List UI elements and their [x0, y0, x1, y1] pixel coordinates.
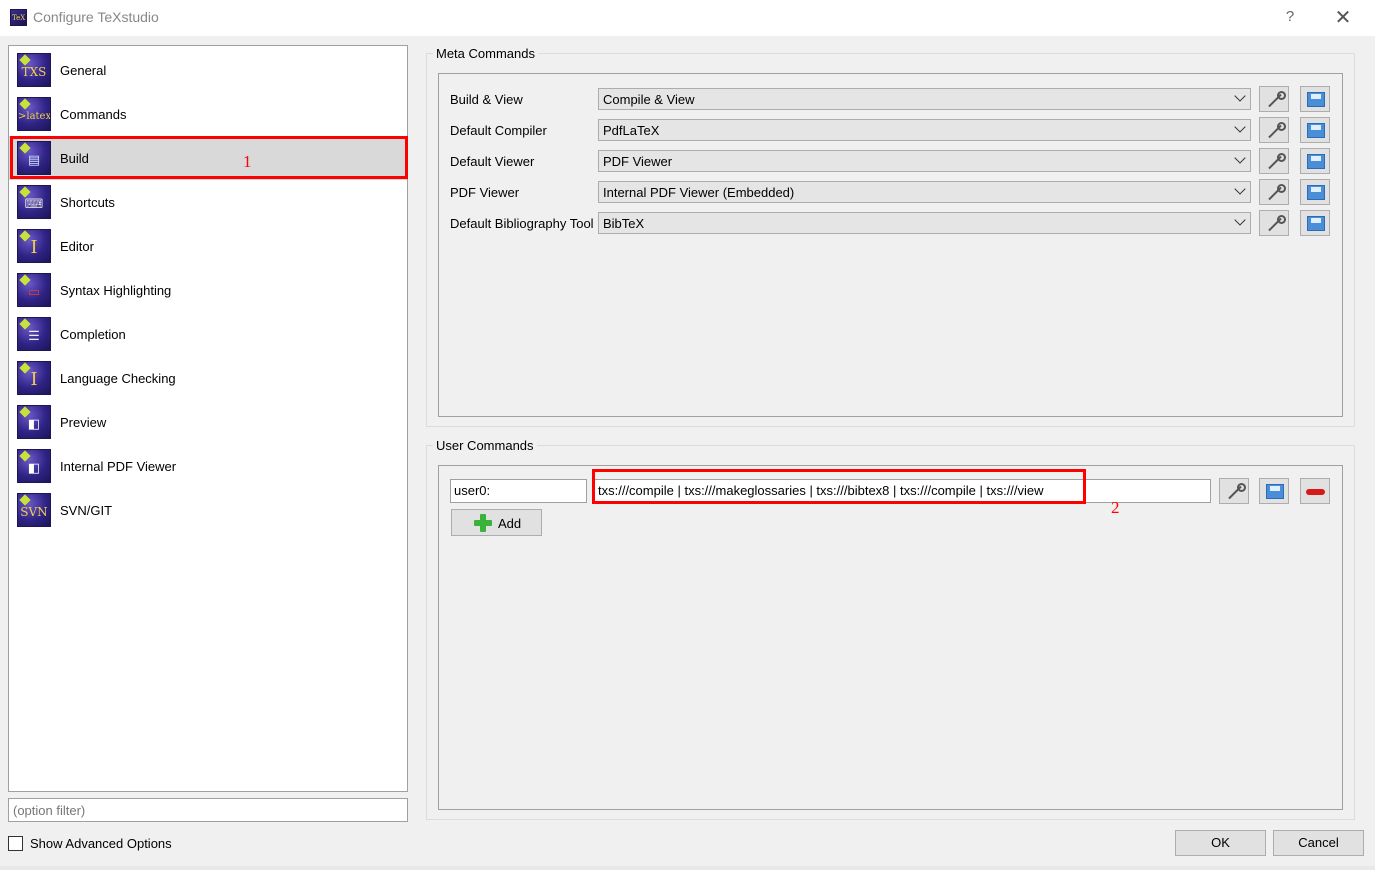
default-bibliography-label: Default Bibliography Tool: [450, 216, 594, 231]
category-label: Commands: [60, 107, 127, 122]
default-viewer-combo[interactable]: PDF Viewer: [598, 150, 1251, 172]
category-label: General: [60, 63, 107, 78]
plus-icon: [474, 514, 492, 532]
user-command-configure-button[interactable]: [1219, 478, 1249, 504]
underlying-window-strip: [0, 866, 1375, 870]
chevron-down-icon: [1234, 90, 1246, 102]
category-label: Syntax Highlighting: [60, 283, 172, 298]
annotation-label-2: 2: [1111, 498, 1120, 517]
pdf-viewer-label: PDF Viewer: [450, 185, 520, 200]
floppy-disk-icon: [1307, 154, 1325, 169]
show-advanced-checkbox[interactable]: [8, 836, 23, 851]
pdf-viewer-value: Internal PDF Viewer (Embedded): [603, 185, 795, 200]
default-viewer-configure-button[interactable]: [1259, 148, 1289, 174]
wrench-icon: [1266, 215, 1286, 233]
category-label: Preview: [60, 415, 107, 430]
close-button[interactable]: ✕: [1333, 5, 1353, 30]
category-editor[interactable]: I Editor: [9, 224, 407, 268]
floppy-disk-icon: [1307, 185, 1325, 200]
category-commands[interactable]: >latex Commands: [9, 92, 407, 136]
default-bibliography-configure-button[interactable]: [1259, 210, 1289, 236]
svn-git-icon: SVN: [17, 493, 51, 527]
floppy-disk-icon: [1307, 92, 1325, 107]
build-view-save-button[interactable]: [1300, 86, 1330, 112]
default-viewer-save-button[interactable]: [1300, 148, 1330, 174]
window-title: Configure TeXstudio: [33, 9, 159, 25]
ok-button[interactable]: OK: [1175, 830, 1266, 856]
language-check-icon: I: [17, 361, 51, 395]
category-svn-git[interactable]: SVN SVN/GIT: [9, 488, 407, 532]
default-compiler-combo[interactable]: PdfLaTeX: [598, 119, 1251, 141]
category-syntax-highlighting[interactable]: ▭ Syntax Highlighting: [9, 268, 407, 312]
category-preview[interactable]: ◧ Preview: [9, 400, 407, 444]
default-compiler-label: Default Compiler: [450, 123, 547, 138]
add-user-command-button[interactable]: Add: [451, 509, 542, 536]
category-label: Shortcuts: [60, 195, 115, 210]
build-view-configure-button[interactable]: [1259, 86, 1289, 112]
pdf-viewer-configure-button[interactable]: [1259, 179, 1289, 205]
build-view-combo[interactable]: Compile & View: [598, 88, 1251, 110]
floppy-disk-icon: [1266, 484, 1284, 499]
syntax-highlight-icon: ▭: [17, 273, 51, 307]
option-filter-input[interactable]: [8, 798, 408, 822]
annotation-box-1: [10, 136, 408, 179]
user-command-save-button[interactable]: [1259, 478, 1289, 504]
chevron-down-icon: [1234, 152, 1246, 164]
pdf-viewer-save-button[interactable]: [1300, 179, 1330, 205]
default-compiler-save-button[interactable]: [1300, 117, 1330, 143]
default-viewer-label: Default Viewer: [450, 154, 535, 169]
category-internal-pdf-viewer[interactable]: ◧ Internal PDF Viewer: [9, 444, 407, 488]
preview-icon: ◧: [17, 405, 51, 439]
latex-commands-icon: >latex: [17, 97, 51, 131]
user-commands-title: User Commands: [433, 438, 537, 453]
remove-icon: [1306, 489, 1325, 495]
default-viewer-value: PDF Viewer: [603, 154, 673, 169]
category-label: SVN/GIT: [60, 503, 113, 518]
add-button-label: Add: [498, 516, 522, 531]
completion-icon: ☰: [17, 317, 51, 351]
floppy-disk-icon: [1307, 216, 1325, 231]
user-commands-frame: [438, 465, 1343, 810]
meta-commands-title: Meta Commands: [433, 46, 538, 61]
build-view-label: Build & View: [450, 92, 523, 107]
category-shortcuts[interactable]: ⌨ Shortcuts: [9, 180, 407, 224]
wrench-icon: [1266, 153, 1286, 171]
annotation-box-2: [592, 469, 1086, 504]
pdf-viewer-combo[interactable]: Internal PDF Viewer (Embedded): [598, 181, 1251, 203]
texstudio-app-icon: [10, 9, 27, 26]
wrench-icon: [1266, 91, 1286, 109]
category-label: Internal PDF Viewer: [60, 459, 177, 474]
default-bibliography-combo[interactable]: BibTeX: [598, 212, 1251, 234]
wrench-icon: [1226, 483, 1246, 501]
user-command-remove-button[interactable]: [1300, 478, 1330, 504]
default-bibliography-save-button[interactable]: [1300, 210, 1330, 236]
category-label: Completion: [60, 327, 126, 342]
title-bar: Configure TeXstudio ? ✕: [0, 0, 1375, 36]
cancel-button[interactable]: Cancel: [1273, 830, 1364, 856]
category-completion[interactable]: ☰ Completion: [9, 312, 407, 356]
help-button[interactable]: ?: [1283, 8, 1297, 25]
text-cursor-icon: I: [17, 229, 51, 263]
default-bibliography-value: BibTeX: [603, 216, 645, 231]
user-command-name-input[interactable]: user0:: [450, 479, 587, 503]
wrench-icon: [1266, 122, 1286, 140]
txs-general-icon: TXS: [17, 53, 51, 87]
wrench-icon: [1266, 184, 1286, 202]
default-compiler-value: PdfLaTeX: [603, 123, 660, 138]
annotation-label-1: 1: [243, 152, 252, 171]
build-view-value: Compile & View: [603, 92, 695, 107]
pdf-viewer-icon: ◧: [17, 449, 51, 483]
keyboard-icon: ⌨: [17, 185, 51, 219]
category-label: Language Checking: [60, 371, 176, 386]
chevron-down-icon: [1234, 183, 1246, 195]
floppy-disk-icon: [1307, 123, 1325, 138]
chevron-down-icon: [1234, 121, 1246, 133]
show-advanced-label[interactable]: Show Advanced Options: [30, 836, 172, 851]
default-compiler-configure-button[interactable]: [1259, 117, 1289, 143]
category-language-checking[interactable]: I Language Checking: [9, 356, 407, 400]
category-general[interactable]: TXS General: [9, 48, 407, 92]
chevron-down-icon: [1234, 214, 1246, 226]
category-label: Editor: [60, 239, 94, 254]
